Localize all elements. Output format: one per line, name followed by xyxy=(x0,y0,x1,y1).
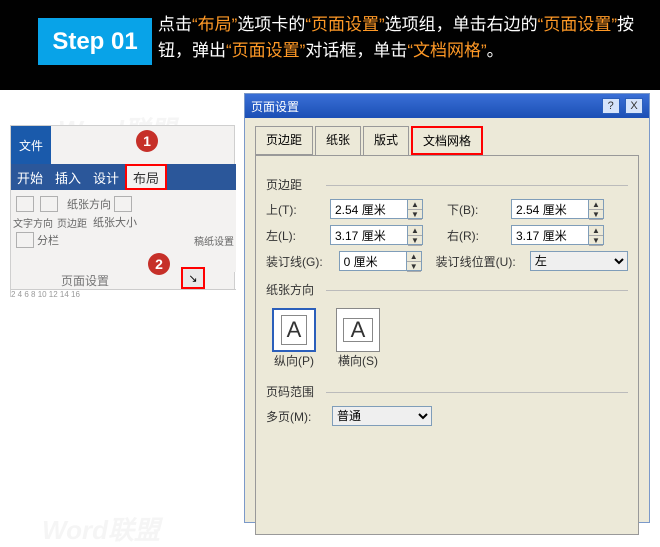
close-icon[interactable]: X xyxy=(625,98,643,114)
tab-layout-dlg[interactable]: 版式 xyxy=(363,126,409,155)
columns-icon[interactable] xyxy=(16,232,34,248)
input-left[interactable] xyxy=(330,225,408,245)
columns-label[interactable]: 分栏 xyxy=(37,232,59,248)
spinner-bottom[interactable]: ▲▼ xyxy=(589,199,604,219)
orientation-landscape-icon[interactable]: A xyxy=(336,308,380,352)
tab-doc-grid[interactable]: 文档网格 xyxy=(411,126,483,155)
tab-paper[interactable]: 纸张 xyxy=(315,126,361,155)
tab-home[interactable]: 开始 xyxy=(11,164,49,190)
spinner-left[interactable]: ▲▼ xyxy=(408,225,423,245)
breaks-icon[interactable] xyxy=(114,196,132,212)
section-margins: 页边距 xyxy=(266,176,628,193)
dialog-body: 页边距 上(T): ▲▼ 下(B): ▲▼ 左(L): ▲▼ 右(R): ▲▼ … xyxy=(255,155,639,535)
label-bottom: 下(B): xyxy=(447,201,505,218)
help-icon[interactable]: ? xyxy=(602,98,620,114)
input-gutter[interactable] xyxy=(339,251,407,271)
input-bottom[interactable] xyxy=(511,199,589,219)
dialog-titlebar[interactable]: 页面设置 ? X xyxy=(245,94,649,118)
file-tab[interactable]: 文件 xyxy=(11,126,51,164)
instruction-text: 点击“布局”选项卡的“页面设置”选项组，单击右边的“页面设置”按钮，弹出“页面设… xyxy=(158,12,650,64)
text-direction-icon[interactable] xyxy=(16,196,34,212)
tab-insert[interactable]: 插入 xyxy=(49,164,87,190)
label-gutter-pos: 装订线位置(U): xyxy=(436,253,524,270)
tab-layout[interactable]: 布局 xyxy=(125,164,167,190)
orientation-portrait-icon[interactable]: A xyxy=(272,308,316,352)
spinner-right[interactable]: ▲▼ xyxy=(589,225,604,245)
ribbon-snippet: 文件 开始 插入 设计 布局 纸张方向 文字方向 页边距 纸张大小 分栏 稿纸设… xyxy=(10,125,235,297)
tab-margins[interactable]: 页边距 xyxy=(255,126,313,155)
section-orientation: 纸张方向 xyxy=(266,281,628,298)
label-multi: 多页(M): xyxy=(266,408,326,425)
tab-design[interactable]: 设计 xyxy=(87,164,125,190)
text-direction-label: 文字方向 xyxy=(13,215,53,230)
group-label: 页面设置 xyxy=(61,272,109,289)
spinner-gutter[interactable]: ▲▼ xyxy=(407,251,422,271)
step-badge: Step 01 xyxy=(38,18,152,65)
stationery-label[interactable]: 稿纸设置 xyxy=(194,233,234,248)
size-label[interactable]: 纸张大小 xyxy=(93,214,137,230)
label-right: 右(R): xyxy=(447,227,505,244)
label-top: 上(T): xyxy=(266,201,324,218)
dialog-title: 页面设置 xyxy=(251,98,299,114)
margins-label: 页边距 xyxy=(57,215,87,230)
ruler: 2 4 6 8 10 12 14 16 xyxy=(11,289,236,299)
page-setup-dialog: 页面设置 ? X 页边距 纸张 版式 文档网格 页边距 上(T): ▲▼ 下(B… xyxy=(244,93,650,523)
dialog-tabs: 页边距 纸张 版式 文档网格 xyxy=(245,118,649,155)
dialog-launcher[interactable]: ↘ xyxy=(181,267,205,289)
orientation-portrait-label: 纵向(P) xyxy=(274,352,314,369)
input-right[interactable] xyxy=(511,225,589,245)
callout-2: 2 xyxy=(148,253,170,275)
select-gutter-pos[interactable]: 左 xyxy=(530,251,628,271)
ribbon-body: 纸张方向 文字方向 页边距 纸张大小 分栏 稿纸设置 xyxy=(11,190,236,272)
input-top[interactable] xyxy=(330,199,408,219)
select-multi[interactable]: 普通 xyxy=(332,406,432,426)
label-left: 左(L): xyxy=(266,227,324,244)
label-gutter: 装订线(G): xyxy=(266,253,333,270)
margins-icon[interactable] xyxy=(40,196,58,212)
instruction-bar: Step 01 点击“布局”选项卡的“页面设置”选项组，单击右边的“页面设置”按… xyxy=(0,0,660,90)
callout-1: 1 xyxy=(136,130,158,152)
spinner-top[interactable]: ▲▼ xyxy=(408,199,423,219)
orientation-landscape-label: 横向(S) xyxy=(338,352,378,369)
orientation-label[interactable]: 纸张方向 xyxy=(67,196,111,212)
watermark: Word联盟 xyxy=(42,510,160,547)
ribbon-tabs: 开始 插入 设计 布局 xyxy=(11,164,236,190)
section-pages: 页码范围 xyxy=(266,383,628,400)
